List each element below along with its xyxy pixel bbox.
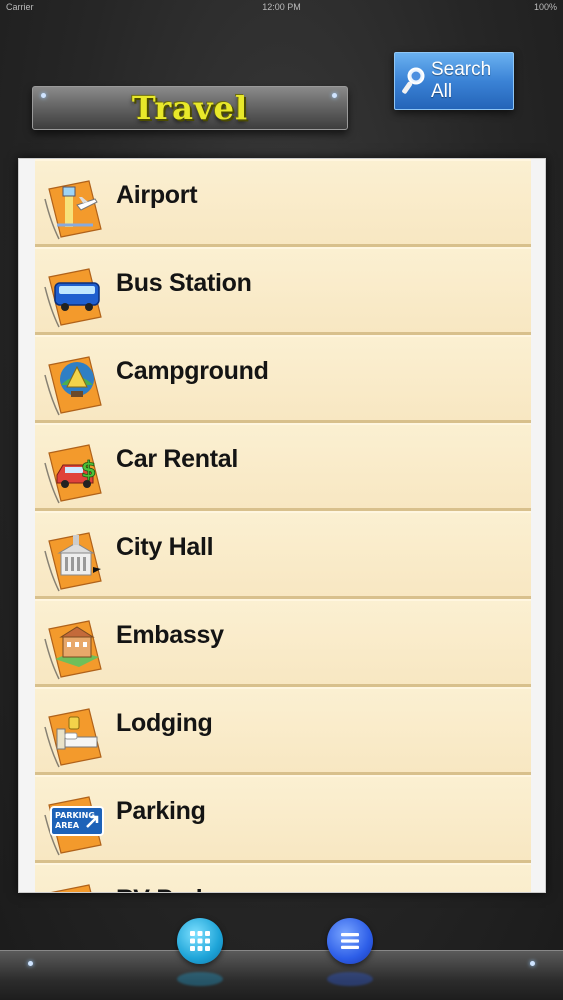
- city-hall-icon: [44, 532, 102, 592]
- category-label: Airport: [116, 181, 198, 209]
- button-reflection: [327, 972, 373, 986]
- category-label: Car Rental: [116, 445, 239, 473]
- search-all-label: Search All: [431, 59, 492, 102]
- clock-text: 12:00 PM: [262, 2, 301, 12]
- category-label: City Hall: [116, 533, 214, 561]
- category-row-bus-station[interactable]: Bus Station: [35, 247, 531, 335]
- lodging-icon: [44, 708, 102, 768]
- title-shelf: Travel: [32, 86, 348, 130]
- toolbar-light: [28, 961, 33, 966]
- button-reflection: [177, 972, 223, 986]
- category-label: Campground: [116, 357, 269, 385]
- category-row-airport[interactable]: Airport: [35, 159, 531, 247]
- category-label: Lodging: [116, 709, 213, 737]
- category-label: RV Park: [116, 885, 210, 892]
- category-row-lodging[interactable]: Lodging: [35, 687, 531, 775]
- grid-icon: [190, 931, 210, 951]
- list-icon: [341, 933, 359, 949]
- category-row-city-hall[interactable]: City Hall: [35, 511, 531, 599]
- category-row-rv-park[interactable]: RV Park: [35, 863, 531, 892]
- category-label: Embassy: [116, 621, 224, 649]
- svg-text:$: $: [81, 458, 96, 483]
- search-all-button[interactable]: Search All: [394, 52, 514, 110]
- category-row-embassy[interactable]: Embassy: [35, 599, 531, 687]
- bottom-toolbar: [0, 950, 563, 1000]
- shelf-light: [41, 93, 46, 98]
- svg-text:PARKING: PARKING: [55, 811, 95, 820]
- airport-icon: [44, 180, 102, 240]
- rv-park-icon: [50, 884, 92, 892]
- shelf-light: [332, 93, 337, 98]
- category-label: Parking: [116, 797, 206, 825]
- parking-icon: PARKINGAREA: [44, 796, 104, 856]
- bus-icon: [44, 268, 102, 328]
- category-label: Bus Station: [116, 269, 252, 297]
- category-row-campground[interactable]: Campground: [35, 335, 531, 423]
- embassy-icon: [44, 620, 102, 680]
- category-list-inner: Airport Bus Station Campground $ Car Rental C…: [35, 159, 531, 892]
- grid-view-button[interactable]: [177, 918, 223, 964]
- status-bar: Carrier 12:00 PM 100%: [0, 0, 563, 14]
- category-row-parking[interactable]: PARKING AREA Parking: [35, 775, 531, 863]
- category-list[interactable]: Airport Bus Station Campground $ Car Rental C…: [18, 158, 546, 893]
- svg-text:AREA: AREA: [55, 821, 80, 830]
- category-row-car-rental[interactable]: $ Car Rental: [35, 423, 531, 511]
- list-view-button[interactable]: [327, 918, 373, 964]
- toolbar-light: [530, 961, 535, 966]
- page-title: Travel: [131, 89, 249, 127]
- campground-icon: [44, 356, 102, 416]
- car-rental-icon: $: [44, 444, 102, 504]
- search-icon: [402, 67, 425, 94]
